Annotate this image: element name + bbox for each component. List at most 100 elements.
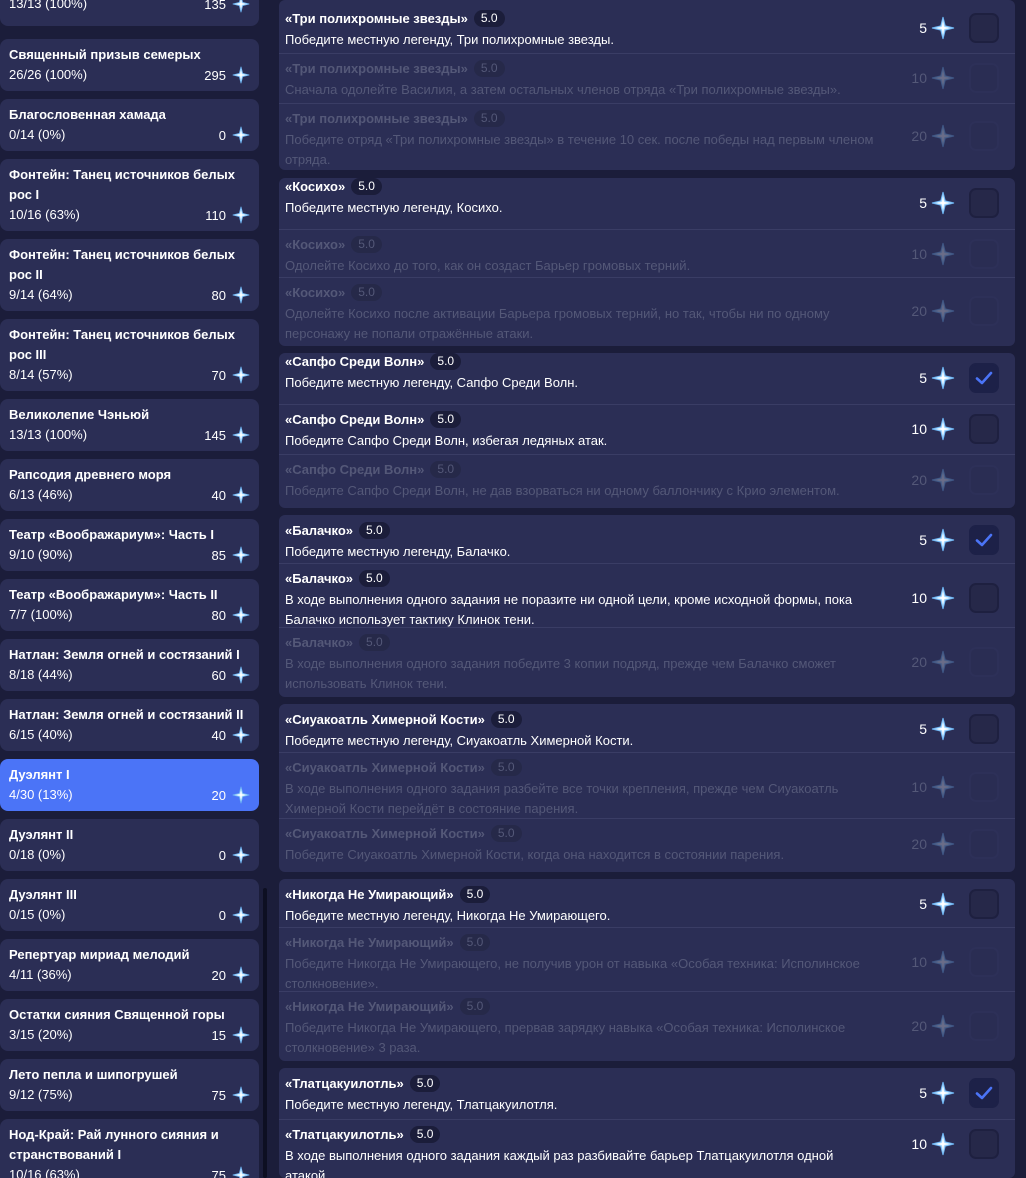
primogem-star-icon [931, 1132, 955, 1161]
category-item[interactable]: 13/13 (100%) 135 [0, 0, 259, 26]
checkbox-icon[interactable] [969, 647, 999, 677]
category-item[interactable]: Остатки сияния Священной горы 3/15 (20%) 1… [0, 999, 259, 1051]
achievement-points: 20 [911, 836, 927, 852]
checkbox-icon[interactable] [969, 1011, 999, 1041]
category-item[interactable]: Репертуар мириад мелодий 4/11 (36%) 20 [0, 939, 259, 991]
category-item[interactable]: Театр «Воображариум»: Часть II 7/7 (100%)… [0, 579, 259, 631]
primogem-star-icon [232, 486, 250, 504]
checkbox-icon[interactable] [969, 363, 999, 393]
category-points-value: 0 [218, 127, 226, 143]
category-progress: 6/15 (40%) [9, 727, 73, 742]
category-points-value: 0 [218, 847, 226, 863]
achievement-title: «Сиуакоатль Химерной Кости» 5.0 [285, 759, 522, 776]
achievement-points: 20 [911, 303, 927, 319]
category-points: 15 [212, 1026, 250, 1044]
primogem-star-icon [232, 1166, 250, 1178]
category-item[interactable]: Фонтейн: Танец источников белых рос III 8… [0, 319, 259, 391]
version-badge: 5.0 [409, 1126, 441, 1143]
primogem-star-icon [931, 650, 955, 679]
checkbox-icon[interactable] [969, 829, 999, 859]
checkbox-icon[interactable] [969, 1129, 999, 1159]
checkbox-icon[interactable] [969, 13, 999, 43]
checkbox-icon[interactable] [969, 947, 999, 977]
primogem-star-icon [931, 950, 955, 979]
primogem-star-icon [232, 786, 250, 804]
category-item[interactable]: Театр «Воображариум»: Часть I 9/10 (90%) 8… [0, 519, 259, 571]
achievement-points: 10 [911, 590, 927, 606]
checkbox-icon[interactable] [969, 121, 999, 151]
achievement-title: «Косихо» 5.0 [285, 178, 382, 195]
category-progress: 9/12 (75%) [9, 1087, 73, 1102]
achievement-title-text: «Сапфо Среди Волн» [285, 412, 425, 427]
checkbox-icon[interactable] [969, 188, 999, 218]
category-item[interactable]: Рапсодия древнего моря 6/13 (46%) 40 [0, 459, 259, 511]
category-progress: 3/15 (20%) [9, 1027, 73, 1042]
category-item[interactable]: Натлан: Земля огней и состязаний I 8/18 (… [0, 639, 259, 691]
category-item[interactable]: Дуэлянт II 0/18 (0%) 0 [0, 819, 259, 871]
achievement-title: «Сиуакоатль Химерной Кости» 5.0 [285, 711, 522, 728]
achievement-description: Победите местную легенду, Косихо. [285, 200, 503, 215]
checkbox-icon[interactable] [969, 525, 999, 555]
achievement-points: 10 [911, 246, 927, 262]
achievement-points: 10 [911, 70, 927, 86]
primogem-star-icon [931, 832, 955, 861]
category-name: Дуэлянт I [9, 767, 70, 782]
category-item[interactable]: Дуэлянт I 4/30 (13%) 20 [0, 759, 259, 811]
category-item[interactable]: Дуэлянт III 0/15 (0%) 0 [0, 879, 259, 931]
sidebar-scrollbar[interactable] [263, 888, 267, 1178]
row-divider [279, 404, 1015, 405]
checkbox-icon[interactable] [969, 296, 999, 326]
category-item[interactable]: Фонтейн: Танец источников белых рос II 9/… [0, 239, 259, 311]
category-progress: 10/16 (63%) [9, 207, 80, 222]
category-points-value: 145 [204, 427, 226, 443]
achievement-title: «Тлатцакуилотль» 5.0 [285, 1075, 441, 1092]
achievement-points: 5 [919, 20, 927, 36]
achievement-title-text: «Косихо» [285, 179, 346, 194]
checkbox-icon[interactable] [969, 714, 999, 744]
category-item[interactable]: Фонтейн: Танец источников белых рос I 10/… [0, 159, 259, 231]
achievement-title-text: «Косихо» [285, 237, 346, 252]
checkbox-icon[interactable] [969, 583, 999, 613]
primogem-star-icon [931, 1014, 955, 1043]
checkmark-icon [974, 368, 994, 388]
checkbox-icon[interactable] [969, 239, 999, 269]
row-divider [279, 627, 1015, 628]
achievement-title-text: «Тлатцакуилотль» [285, 1127, 404, 1142]
achievement-title: «Три полихромные звезды» 5.0 [285, 110, 505, 127]
checkmark-icon [974, 1083, 994, 1103]
achievement-title-text: «Балачко» [285, 571, 354, 586]
checkbox-icon[interactable] [969, 889, 999, 919]
achievement-title-text: «Сапфо Среди Волн» [285, 354, 425, 369]
primogem-star-icon [931, 299, 955, 328]
version-badge: 5.0 [490, 825, 522, 842]
category-name: Натлан: Земля огней и состязаний II [9, 707, 244, 722]
primogem-star-icon [931, 191, 955, 220]
category-footer: 0/15 (0%) 0 [9, 905, 250, 925]
version-badge: 5.0 [473, 110, 505, 127]
category-item[interactable]: Натлан: Земля огней и состязаний II 6/15 … [0, 699, 259, 751]
achievement-title-text: «Никогда Не Умирающий» [285, 935, 454, 950]
category-item[interactable]: Священный призыв семерых 26/26 (100%) 295 [0, 39, 259, 91]
achievement-title: «Никогда Не Умирающий» 5.0 [285, 886, 491, 903]
category-points: 20 [212, 786, 250, 804]
category-points: 135 [204, 0, 250, 13]
achievement-points: 20 [911, 472, 927, 488]
category-points-value: 75 [211, 1087, 226, 1103]
checkbox-icon[interactable] [969, 63, 999, 93]
checkbox-icon[interactable] [969, 1078, 999, 1108]
category-points-value: 75 [211, 1167, 226, 1178]
category-item[interactable]: Нод-Край: Рай лунного сияния и странство… [0, 1119, 259, 1178]
checkbox-icon[interactable] [969, 772, 999, 802]
category-item[interactable]: Благословенная хамада 0/14 (0%) 0 [0, 99, 259, 151]
category-footer: 3/15 (20%) 15 [9, 1025, 250, 1045]
achievement-description: Победите местную легенду, Сиуакоатль Хим… [285, 733, 634, 748]
category-item[interactable]: Великолепие Чэньюй 13/13 (100%) 145 [0, 399, 259, 451]
primogem-star-icon [931, 16, 955, 45]
primogem-star-icon [232, 906, 250, 924]
category-points: 75 [212, 1166, 250, 1178]
checkbox-icon[interactable] [969, 465, 999, 495]
achievement-title-text: «Никогда Не Умирающий» [285, 999, 454, 1014]
checkbox-icon[interactable] [969, 414, 999, 444]
category-item[interactable]: Лето пепла и шипогрушей 9/12 (75%) 75 [0, 1059, 259, 1111]
achievement-description: Победите Сапфо Среди Волн, избегая ледян… [285, 433, 608, 448]
